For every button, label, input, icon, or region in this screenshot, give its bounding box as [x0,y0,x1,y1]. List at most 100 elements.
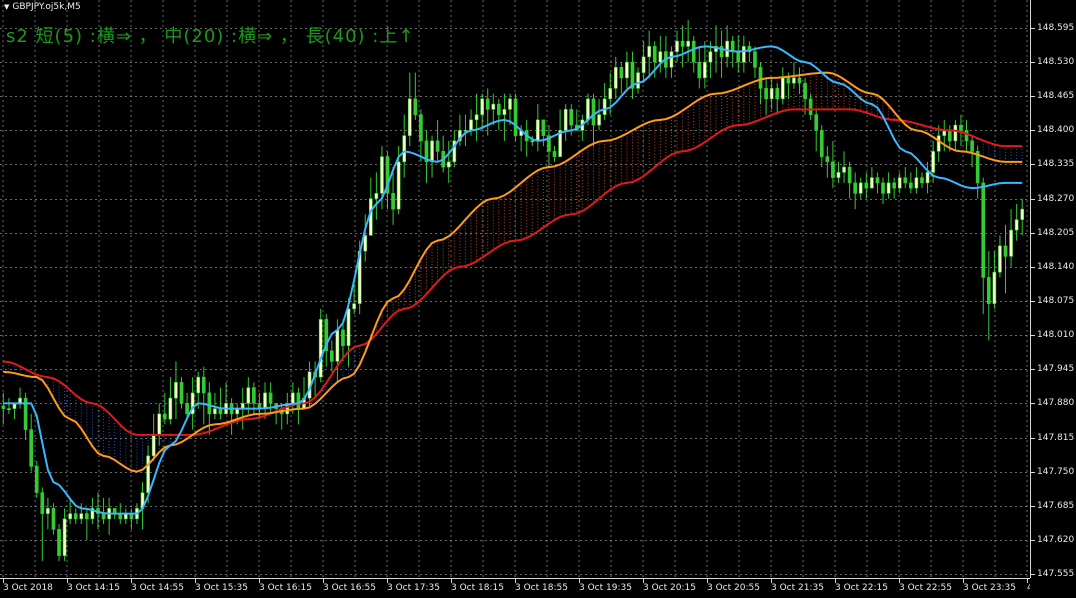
candle-bull [530,140,535,143]
price-label: 148.335 [1037,159,1075,169]
candle-bear [85,513,89,520]
time-tick [195,579,196,583]
candle-bear [541,119,546,136]
price-chart[interactable] [0,0,1030,578]
candle-bear [391,193,395,210]
candle-bear [419,114,423,142]
candle-bear [1003,245,1008,257]
price-tick [1031,335,1035,336]
candle-bear [57,529,61,556]
candle-bull [625,61,629,79]
candle-bull [318,319,323,378]
candle-bull [1009,229,1013,257]
time-tick [323,579,324,583]
time-tick [707,579,708,583]
time-tick [1027,579,1028,583]
candle-bull [647,46,652,58]
price-tick [1031,28,1035,29]
candle-bull [174,382,178,399]
time-label: 3 Oct 21:35 [771,583,824,593]
chart-window[interactable]: ▼ GBPJPY.oj5k,M5 s2 短(5) :横⇒ ， 中(20) :横⇒ … [0,0,1076,598]
candle-bull [196,376,201,394]
candle-bull [263,392,267,409]
price-tick [1031,574,1035,575]
candle-bear [569,109,574,126]
price-tick [1031,540,1035,541]
candle-bear [864,182,869,189]
candle-bear [875,177,880,184]
candle-bull [1020,208,1025,220]
price-label: 148.010 [1037,330,1075,340]
candle-bull [407,98,412,136]
axis-corner [1030,578,1076,598]
candle-bear [909,182,913,189]
candle-bear [513,98,518,136]
candle-bull [430,140,434,163]
time-label: 3 Oct 18:55 [515,583,568,593]
candle-bull [352,303,356,310]
candle-bear [825,156,830,163]
time-label: 3 Oct 16:15 [259,583,312,593]
candle-bear [185,403,189,415]
candle-bear [435,140,440,152]
ma-cloud [2,72,1023,472]
candle-bull [725,40,729,58]
grid [0,0,1030,578]
candle-bear [179,382,184,404]
candle-bull [669,51,674,68]
time-tick [131,579,132,583]
candles [1,20,1025,561]
candle-bull [914,177,919,189]
candle-bear [819,130,824,157]
candle-bull [931,151,935,173]
candle-bull [953,124,958,142]
candle-bear [775,88,780,100]
candle-bear [162,413,167,420]
price-tick [1031,164,1035,165]
candle-bull [146,455,150,493]
candle-bear [970,140,974,152]
price-label: 148.530 [1037,57,1075,67]
candle-bull [636,72,640,89]
candle-bull [842,166,846,173]
candle-bull [62,518,67,556]
time-label: 3 Oct 20:15 [643,583,696,593]
candle-bull [346,308,351,346]
ma-long-line [3,108,1023,436]
candle-bull [480,98,484,115]
candle-bull [7,408,11,410]
price-axis[interactable]: 148.595 148.530 148.465 148.400 148.335 148.2… [1030,0,1076,579]
candle-bull [246,387,251,404]
candle-bear [329,350,334,362]
symbol-title: ▼ GBPJPY.oj5k,M5 [4,2,81,12]
candle-bear [814,114,819,131]
candle-bull [998,245,1002,273]
price-label: 147.750 [1037,467,1075,477]
price-label: 148.465 [1037,91,1075,101]
candle-bull [641,56,646,73]
candle-bull [68,513,72,520]
candle-bear [252,387,256,404]
candle-bear [552,151,557,157]
plot-area[interactable]: ▼ GBPJPY.oj5k,M5 s2 短(5) :横⇒ ， 中(20) :横⇒ … [0,0,1030,578]
time-tick [579,579,580,583]
candle-bear [341,329,345,346]
time-tick [771,579,772,583]
price-label: 148.270 [1037,194,1075,204]
time-tick [899,579,900,583]
price-tick [1031,62,1035,63]
candle-bear [736,51,741,63]
candle-bull [335,329,340,362]
candle-bear [797,77,802,84]
ma-short-line [3,45,1023,515]
time-tick [451,579,452,583]
candle-bull [586,98,590,121]
candle-bear [619,67,624,79]
candle-bear [758,67,763,89]
candle-bull [380,156,384,194]
candle-bull [491,103,496,110]
candle-bull [936,135,941,152]
candle-bull [836,172,841,178]
time-label: 3 Oct 22:15 [835,583,888,593]
time-axis[interactable]: 3 Oct 2018 3 Oct 14:15 3 Oct 14:55 3 Oct 15… [0,578,1076,598]
